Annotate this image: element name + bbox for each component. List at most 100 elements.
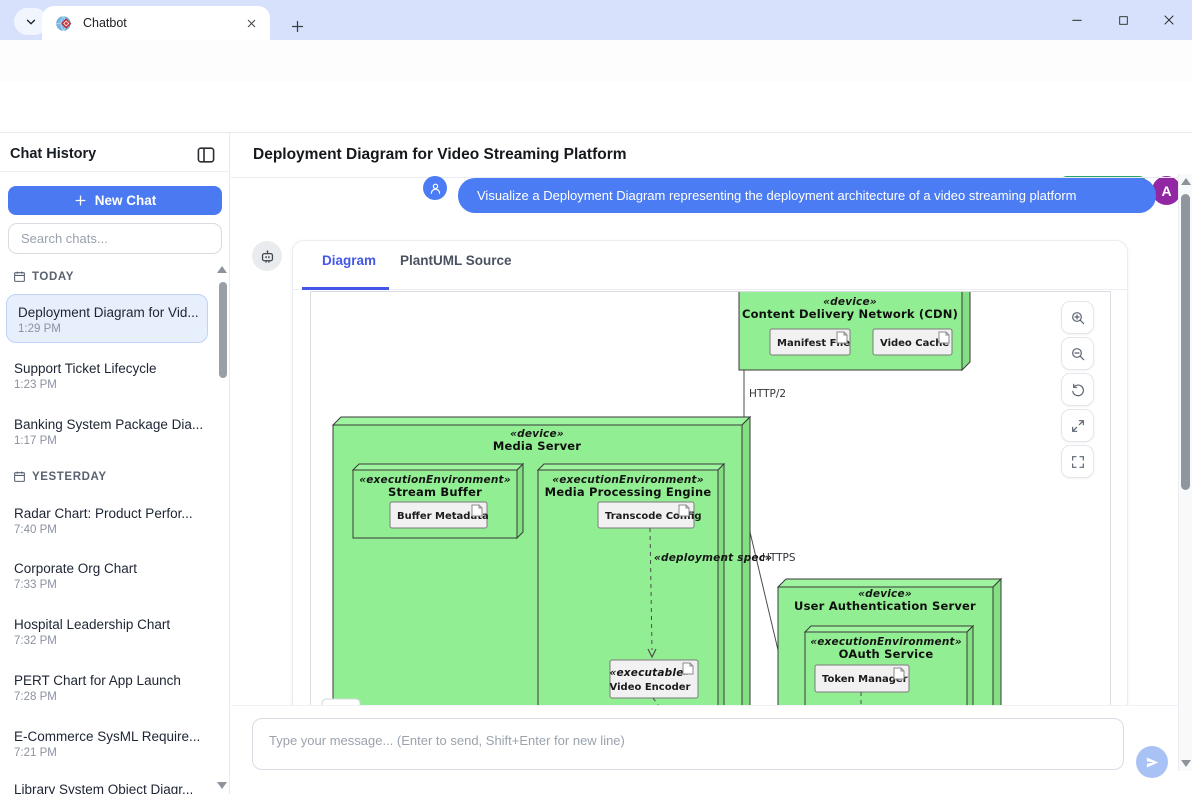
chat-item-time: 1:29 PM: [18, 323, 61, 335]
artifact-video-cache: Video Cache: [873, 329, 952, 355]
chat-item-title[interactable]: Banking System Package Dia...: [14, 417, 210, 432]
diagram-zoom-in-button[interactable]: [1061, 301, 1094, 334]
app-user-avatar[interactable]: A: [1152, 176, 1181, 205]
scroll-down-arrow[interactable]: [1181, 760, 1191, 767]
svg-text:User Authentication Server: User Authentication Server: [794, 599, 976, 613]
sidebar-scroll-up-arrow[interactable]: [217, 266, 227, 273]
zoom-in-icon: [1070, 310, 1086, 326]
artifact-token-manager: Token Manager: [815, 665, 909, 692]
collapse-sidebar-button[interactable]: [197, 147, 215, 168]
svg-text:Video Encoder: Video Encoder: [610, 682, 691, 693]
tab-diagram[interactable]: Diagram: [322, 253, 376, 268]
active-tab-underline: [302, 287, 389, 290]
send-plane-icon: [1145, 755, 1160, 770]
chat-item-title[interactable]: PERT Chart for App Launch: [14, 673, 210, 688]
browser-tab[interactable]: Chatbot: [42, 6, 270, 40]
content-scrollbar[interactable]: [1178, 174, 1192, 771]
calendar-icon: [13, 470, 26, 483]
chat-item-title[interactable]: Deployment Diagram for Vid...: [18, 305, 200, 320]
new-chat-label: New Chat: [95, 193, 157, 208]
window-close-button[interactable]: [1152, 8, 1186, 32]
chat-item-title[interactable]: Radar Chart: Product Perfor...: [14, 506, 210, 521]
sidebar-scroll-down-arrow[interactable]: [217, 782, 227, 789]
sidebar-divider: [0, 171, 230, 172]
minimize-icon: [1070, 13, 1084, 27]
section-label-today: TODAY: [32, 271, 74, 283]
tab-close-button[interactable]: [242, 14, 260, 32]
node-auth-server: «device» User Authentication Server «exe…: [778, 579, 1001, 712]
chat-item-time: 7:40 PM: [14, 524, 57, 536]
chat-item-title[interactable]: Support Ticket Lifecycle: [14, 361, 210, 376]
close-icon: [1162, 13, 1176, 27]
chat-item-title[interactable]: Hospital Leadership Chart: [14, 617, 210, 632]
close-icon: [246, 18, 257, 29]
section-label-yesterday: YESTERDAY: [32, 471, 107, 483]
chevron-down-icon: [24, 15, 38, 29]
browser-toolbar: ai-toolbox.visual-paradigm.com/app/chatb…: [0, 40, 1192, 82]
diagram-fullscreen-button[interactable]: [1061, 445, 1094, 478]
chat-item-time: 1:23 PM: [14, 379, 57, 391]
svg-text:OAuth Service: OAuth Service: [839, 647, 934, 661]
artifact-video-encoder: «executable» Video Encoder: [609, 660, 698, 698]
node-oauth-service: «executionEnvironment» OAuth Service Tok…: [805, 626, 973, 712]
chat-item-title[interactable]: Library System Object Diagr...: [14, 782, 210, 794]
tab-title: Chatbot: [83, 16, 242, 30]
chat-item-title[interactable]: Corporate Org Chart: [14, 561, 210, 576]
scroll-up-arrow[interactable]: [1181, 178, 1191, 185]
visual-paradigm-favicon: [56, 15, 73, 32]
calendar-icon: [13, 270, 26, 283]
chat-item-time: 7:32 PM: [14, 635, 57, 647]
svg-text:Media Server: Media Server: [493, 439, 581, 453]
application-window: Chatbot ai-toolbox.visual: [0, 0, 1192, 794]
svg-text:«executable»: «executable»: [609, 667, 690, 679]
artifact-transcode-config: Transcode Config: [598, 502, 702, 528]
message-input[interactable]: [252, 718, 1124, 770]
user-message-bubble: Visualize a Deployment Diagram represent…: [458, 178, 1156, 213]
reset-rotate-icon: [1070, 382, 1086, 398]
diagram-zoom-out-button[interactable]: [1061, 337, 1094, 370]
maximize-icon: [1117, 14, 1130, 27]
expand-arrows-icon: [1070, 418, 1086, 434]
person-icon: [428, 181, 443, 196]
svg-text:Media Processing Engine: Media Processing Engine: [545, 485, 712, 499]
scrollbar-thumb[interactable]: [1181, 194, 1190, 490]
browser-titlebar: Chatbot: [0, 0, 1192, 40]
page-title: Deployment Diagram for Video Streaming P…: [253, 146, 627, 164]
user-avatar: [423, 176, 447, 200]
sidebar-scrollbar-thumb[interactable]: [219, 282, 227, 378]
app-header: Chatbot Powered by Visual Paradigm More …: [0, 82, 1192, 133]
chat-item-time: 7:21 PM: [14, 747, 57, 759]
panel-collapse-icon: [197, 147, 215, 163]
bot-avatar: [252, 241, 282, 271]
node-cdn: «device» Content Delivery Network (CDN) …: [739, 292, 970, 370]
window-minimize-button[interactable]: [1060, 8, 1094, 32]
svg-text:Content Delivery Network (CDN): Content Delivery Network (CDN): [742, 307, 958, 321]
search-chats-input[interactable]: [8, 223, 222, 254]
window-maximize-button[interactable]: [1106, 8, 1140, 32]
new-chat-button[interactable]: New Chat: [8, 186, 222, 215]
node-media-server: «device» Media Server «executionEnvironm…: [333, 417, 772, 712]
plus-icon: [74, 194, 87, 207]
svg-text:HTTP/2: HTTP/2: [749, 388, 786, 400]
sidebar-title: Chat History: [10, 146, 96, 162]
diagram-expand-button[interactable]: [1061, 409, 1094, 442]
svg-text:«deployment spec»: «deployment spec»: [654, 552, 772, 564]
send-button[interactable]: [1136, 746, 1168, 778]
deployment-diagram-canvas[interactable]: HTTP/2 HTTPS «device» Content Delivery N…: [311, 292, 1110, 712]
message-input-panel: [231, 705, 1192, 794]
chat-item-time: 7:28 PM: [14, 691, 57, 703]
tab-plantuml-source[interactable]: PlantUML Source: [400, 253, 512, 268]
chat-item-title[interactable]: E-Commerce SysML Require...: [14, 729, 210, 744]
svg-text:Stream Buffer: Stream Buffer: [388, 485, 482, 499]
new-tab-button[interactable]: [284, 13, 310, 39]
fullscreen-brackets-icon: [1070, 454, 1086, 470]
robot-icon: [259, 248, 276, 265]
artifact-buffer-metadata: Buffer Metadata: [390, 502, 489, 528]
chat-item-time: 7:33 PM: [14, 579, 57, 591]
node-stream-buffer: «executionEnvironment» Stream Buffer Buf…: [353, 464, 523, 538]
artifact-manifest-file: Manifest File: [770, 329, 850, 355]
diagram-reset-button[interactable]: [1061, 373, 1094, 406]
chat-item-time: 1:17 PM: [14, 435, 57, 447]
plus-icon: [290, 19, 305, 34]
zoom-out-icon: [1070, 346, 1086, 362]
